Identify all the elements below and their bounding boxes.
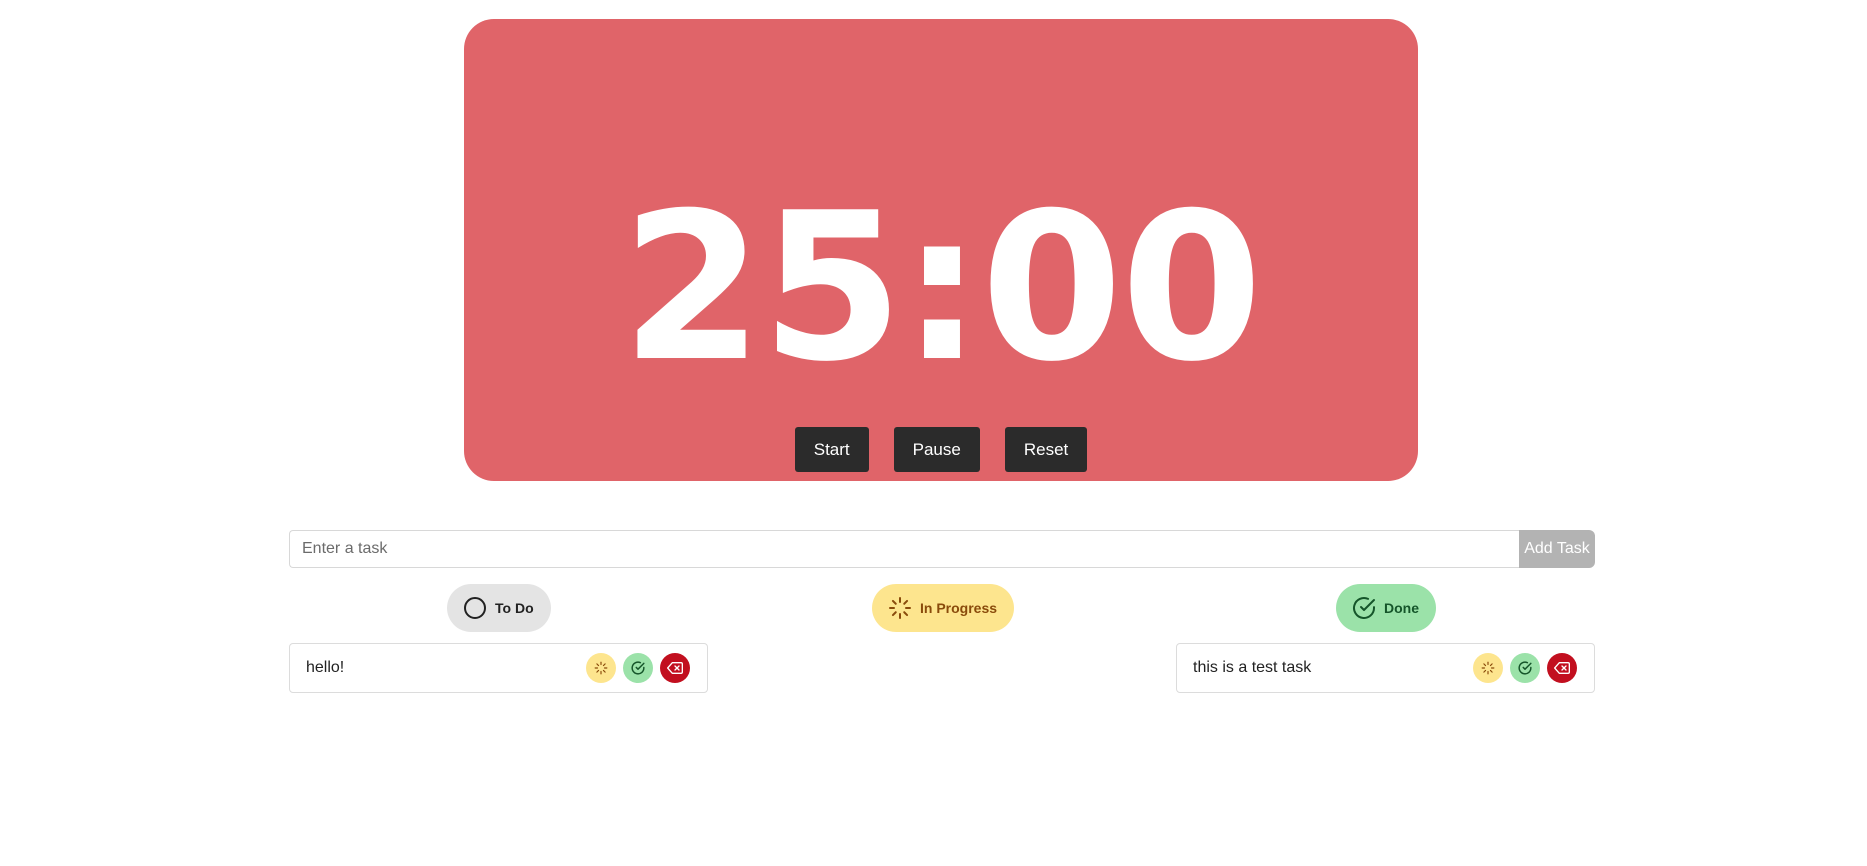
task-card: this is a test task (1176, 643, 1595, 693)
timer-display: 25:00 (621, 170, 1262, 407)
circle-icon (463, 596, 487, 620)
task-text: hello! (306, 659, 345, 676)
timer-controls: Start Pause Reset (464, 427, 1418, 472)
start-button[interactable]: Start (794, 427, 869, 472)
timer-card: 25:00 Start Pause Reset (464, 19, 1418, 481)
move-to-in-progress-button[interactable] (1473, 653, 1503, 683)
loader-icon (888, 596, 912, 620)
check-circle-icon (1518, 661, 1532, 675)
column-header-todo: To Do (447, 584, 551, 632)
delete-task-button[interactable] (1547, 653, 1577, 683)
pause-button[interactable]: Pause (893, 427, 980, 472)
task-form: Add Task (289, 530, 1595, 568)
task-input[interactable] (289, 530, 1519, 568)
reset-button[interactable]: Reset (1004, 427, 1088, 472)
task-card: hello! (289, 643, 708, 693)
move-to-done-button[interactable] (623, 653, 653, 683)
column-label-todo: To Do (495, 600, 534, 616)
delete-task-button[interactable] (660, 653, 690, 683)
loader-icon (594, 661, 608, 675)
loader-icon (1481, 661, 1495, 675)
column-header-in-progress: In Progress (872, 584, 1015, 632)
column-label-done: Done (1384, 600, 1419, 616)
delete-icon (667, 660, 683, 676)
move-to-in-progress-button[interactable] (586, 653, 616, 683)
task-actions (586, 653, 690, 683)
column-label-in-progress: In Progress (920, 600, 998, 616)
add-task-button[interactable]: Add Task (1519, 530, 1595, 568)
check-circle-icon (1352, 596, 1376, 620)
task-actions (1473, 653, 1577, 683)
check-circle-icon (631, 661, 645, 675)
delete-icon (1554, 660, 1570, 676)
move-to-done-button[interactable] (1510, 653, 1540, 683)
column-header-done: Done (1336, 584, 1436, 632)
task-text: this is a test task (1193, 659, 1312, 676)
